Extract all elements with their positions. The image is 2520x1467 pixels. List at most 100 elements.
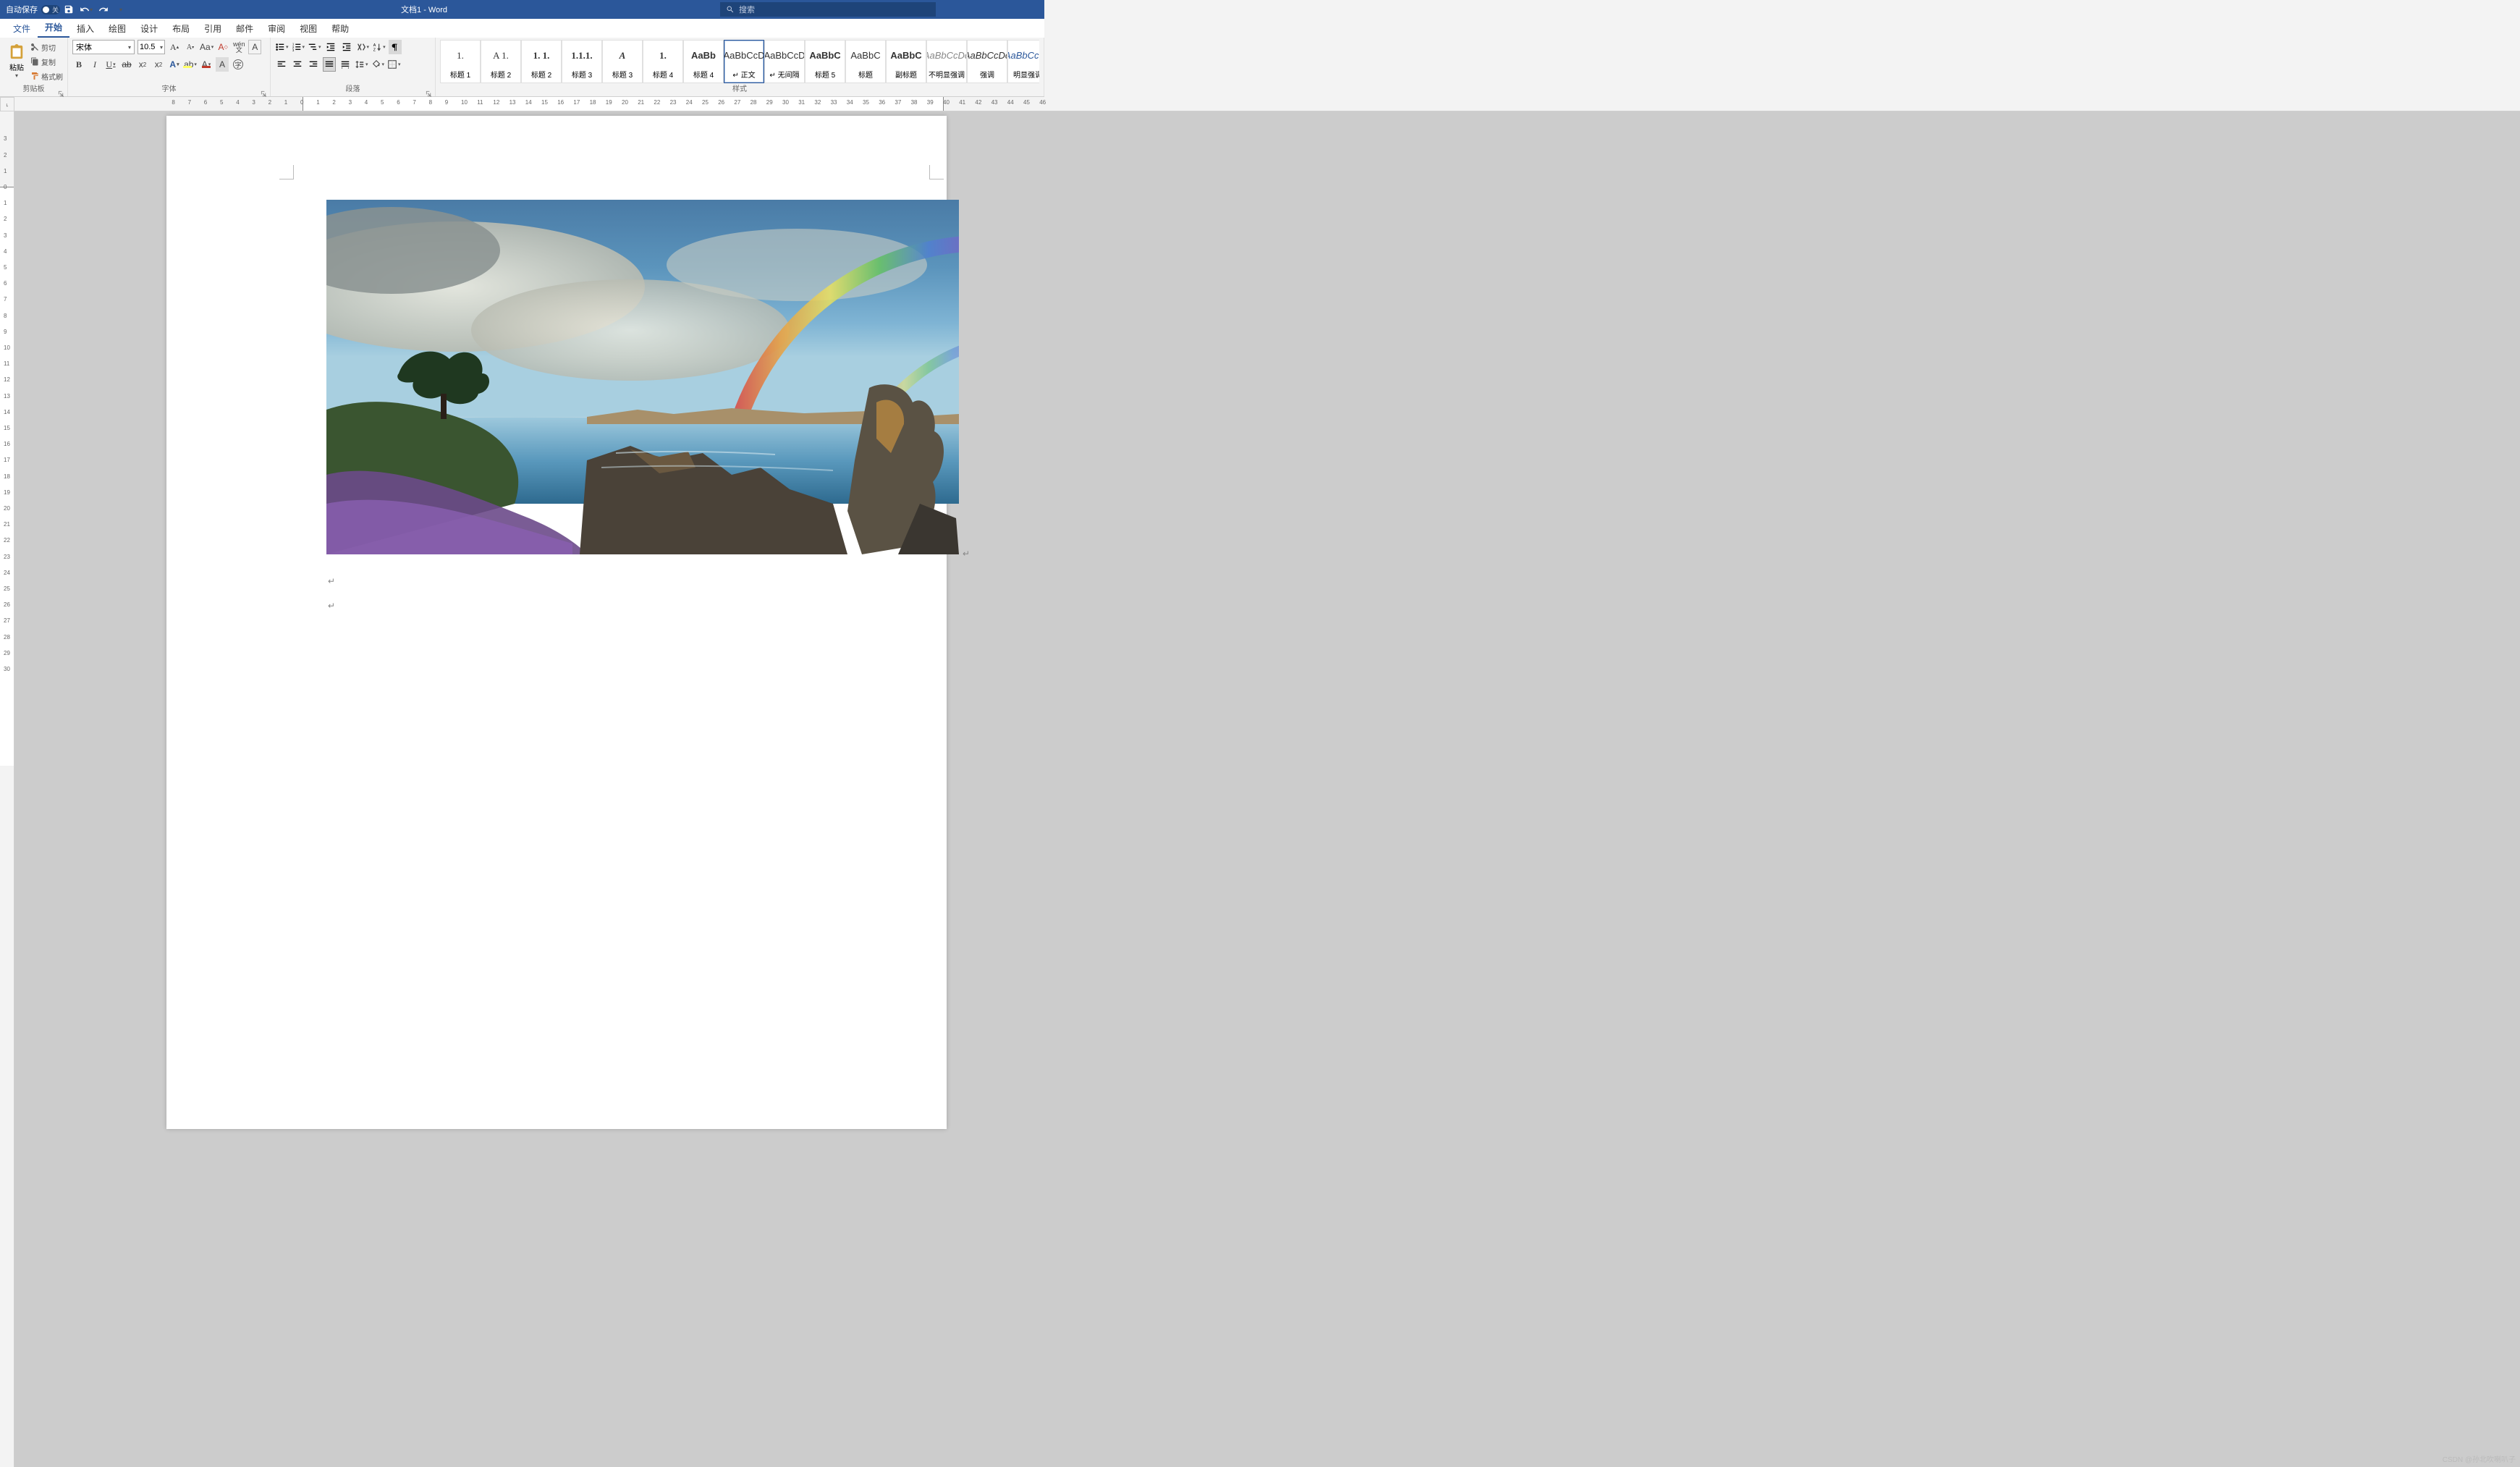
sort-button[interactable]: AZ: [372, 40, 386, 54]
autosave-toggle[interactable]: 自动保存 关: [6, 4, 59, 15]
style-item-4[interactable]: A标题 3: [602, 40, 643, 83]
character-border-button[interactable]: A: [248, 40, 261, 54]
clipboard-launcher[interactable]: [58, 88, 65, 95]
style-preview: AaBbC: [846, 43, 885, 68]
style-item-6[interactable]: AaBb标题 4: [683, 40, 724, 83]
highlight-button[interactable]: ab: [184, 57, 197, 72]
style-preview: AaBbCcDd: [927, 43, 966, 68]
copy-icon: [30, 57, 39, 66]
paste-button[interactable]: 粘贴 ▾: [4, 40, 29, 83]
search-box[interactable]: 搜索: [720, 2, 936, 17]
style-name: 标题: [858, 68, 873, 80]
font-name-combo[interactable]: 宋体▾: [72, 40, 135, 54]
align-right-button[interactable]: [307, 57, 320, 72]
tab-insert[interactable]: 插入: [69, 20, 101, 38]
borders-button[interactable]: [387, 57, 401, 72]
shading-button[interactable]: [371, 57, 385, 72]
style-item-0[interactable]: 1.标题 1: [440, 40, 481, 83]
multilevel-list-button[interactable]: [308, 40, 321, 54]
tab-file[interactable]: 文件: [6, 20, 38, 38]
tab-references[interactable]: 引用: [197, 20, 229, 38]
style-item-12[interactable]: AaBbCcDd不明显强调: [926, 40, 967, 83]
font-launcher[interactable]: [261, 88, 268, 95]
clear-formatting-button[interactable]: A◇: [216, 40, 229, 54]
style-preview: AaBb: [684, 43, 723, 68]
style-preview: 1.1.1.: [562, 43, 601, 68]
numbering-button[interactable]: 123: [292, 40, 305, 54]
underline-button[interactable]: U: [104, 57, 117, 72]
phonetic-guide-button[interactable]: wén文: [232, 40, 245, 54]
group-styles: 1.标题 1A 1.标题 21. 1.标题 21.1.1.标题 3A标题 31.…: [436, 38, 1044, 96]
tab-design[interactable]: 设计: [133, 20, 165, 38]
font-color-button[interactable]: A: [200, 57, 213, 72]
bold-button[interactable]: B: [72, 57, 85, 72]
cut-button[interactable]: 剪切: [30, 42, 63, 53]
paragraph-launcher[interactable]: [426, 88, 433, 95]
grow-font-button[interactable]: A▴: [168, 40, 181, 54]
decrease-indent-button[interactable]: [324, 40, 337, 54]
style-name: ↵ 正文: [732, 68, 755, 80]
style-item-14[interactable]: AaBbCcDd明显强调: [1007, 40, 1039, 83]
tab-view[interactable]: 视图: [292, 20, 324, 38]
search-placeholder: 搜索: [739, 4, 755, 15]
vertical-ruler[interactable]: 3210123456789101112131415161718192021222…: [0, 111, 14, 1467]
subscript-button[interactable]: x2: [136, 57, 149, 72]
document-area[interactable]: ↵ ↵ ↵: [14, 111, 2520, 1467]
style-item-11[interactable]: AaBbC副标题: [886, 40, 926, 83]
bullets-icon: [275, 42, 285, 52]
bullets-button[interactable]: [275, 40, 289, 54]
ruler-corner[interactable]: ˪: [0, 97, 14, 111]
align-left-button[interactable]: [275, 57, 288, 72]
superscript-button[interactable]: x2: [152, 57, 165, 72]
save-button[interactable]: [62, 2, 76, 17]
distribute-button[interactable]: [339, 57, 352, 72]
italic-button[interactable]: I: [88, 57, 101, 72]
character-shading-button[interactable]: A: [216, 57, 229, 72]
style-item-10[interactable]: AaBbC标题: [845, 40, 886, 83]
tab-mail[interactable]: 邮件: [229, 20, 261, 38]
embedded-image[interactable]: [326, 200, 959, 554]
watermark: CSDN @孙北吹喇叭子: [2443, 1453, 2516, 1464]
change-case-button[interactable]: Aa: [200, 40, 213, 54]
cut-icon: [30, 43, 39, 51]
style-item-5[interactable]: 1.标题 4: [643, 40, 683, 83]
style-item-2[interactable]: 1. 1.标题 2: [521, 40, 562, 83]
copy-button[interactable]: 复制: [30, 56, 63, 67]
style-item-9[interactable]: AaBbC标题 5: [805, 40, 845, 83]
tab-home[interactable]: 开始: [38, 18, 69, 38]
tab-review[interactable]: 审阅: [261, 20, 292, 38]
style-item-1[interactable]: A 1.标题 2: [481, 40, 521, 83]
enclose-characters-button[interactable]: 字: [232, 57, 245, 72]
style-item-3[interactable]: 1.1.1.标题 3: [562, 40, 602, 83]
ribbon: 粘贴 ▾ 剪切 复制 格式刷 剪贴板 宋体▾ 10.5▾ A▴ A▾ Aa A◇…: [0, 38, 1044, 97]
asian-layout-button[interactable]: [356, 40, 370, 54]
tab-help[interactable]: 帮助: [324, 20, 356, 38]
show-marks-button[interactable]: [389, 40, 402, 54]
strikethrough-button[interactable]: ab: [120, 57, 133, 72]
qat-customize[interactable]: ▾: [114, 2, 128, 17]
style-item-13[interactable]: AaBbCcDd强调: [967, 40, 1007, 83]
undo-button[interactable]: ▾: [79, 2, 93, 17]
group-clipboard: 粘贴 ▾ 剪切 复制 格式刷 剪贴板: [0, 38, 68, 96]
ribbon-tabs: 文件 开始 插入 绘图 设计 布局 引用 邮件 审阅 视图 帮助: [0, 19, 1044, 38]
tab-draw[interactable]: 绘图: [101, 20, 133, 38]
shrink-font-button[interactable]: A▾: [184, 40, 197, 54]
justify-button[interactable]: [323, 57, 336, 72]
line-spacing-button[interactable]: [355, 57, 368, 72]
style-name: 标题 4: [693, 68, 714, 80]
horizontal-ruler[interactable]: 8765432101234567891011121314151617181920…: [14, 97, 2520, 111]
style-name: 副标题: [895, 68, 917, 80]
align-center-button[interactable]: [291, 57, 304, 72]
font-size-combo[interactable]: 10.5▾: [138, 40, 165, 54]
format-painter-button[interactable]: 格式刷: [30, 71, 63, 82]
style-preview: AaBbCcD: [724, 43, 764, 68]
style-name: 标题 4: [653, 68, 673, 80]
style-item-8[interactable]: AaBbCcD↵ 无间隔: [764, 40, 805, 83]
tab-layout[interactable]: 布局: [165, 20, 197, 38]
pilcrow-icon: [390, 42, 400, 52]
text-effects-button[interactable]: A: [168, 57, 181, 72]
page[interactable]: ↵ ↵ ↵: [166, 116, 947, 1129]
increase-indent-button[interactable]: [340, 40, 353, 54]
style-item-7[interactable]: AaBbCcD↵ 正文: [724, 40, 764, 83]
redo-button[interactable]: [96, 2, 111, 17]
